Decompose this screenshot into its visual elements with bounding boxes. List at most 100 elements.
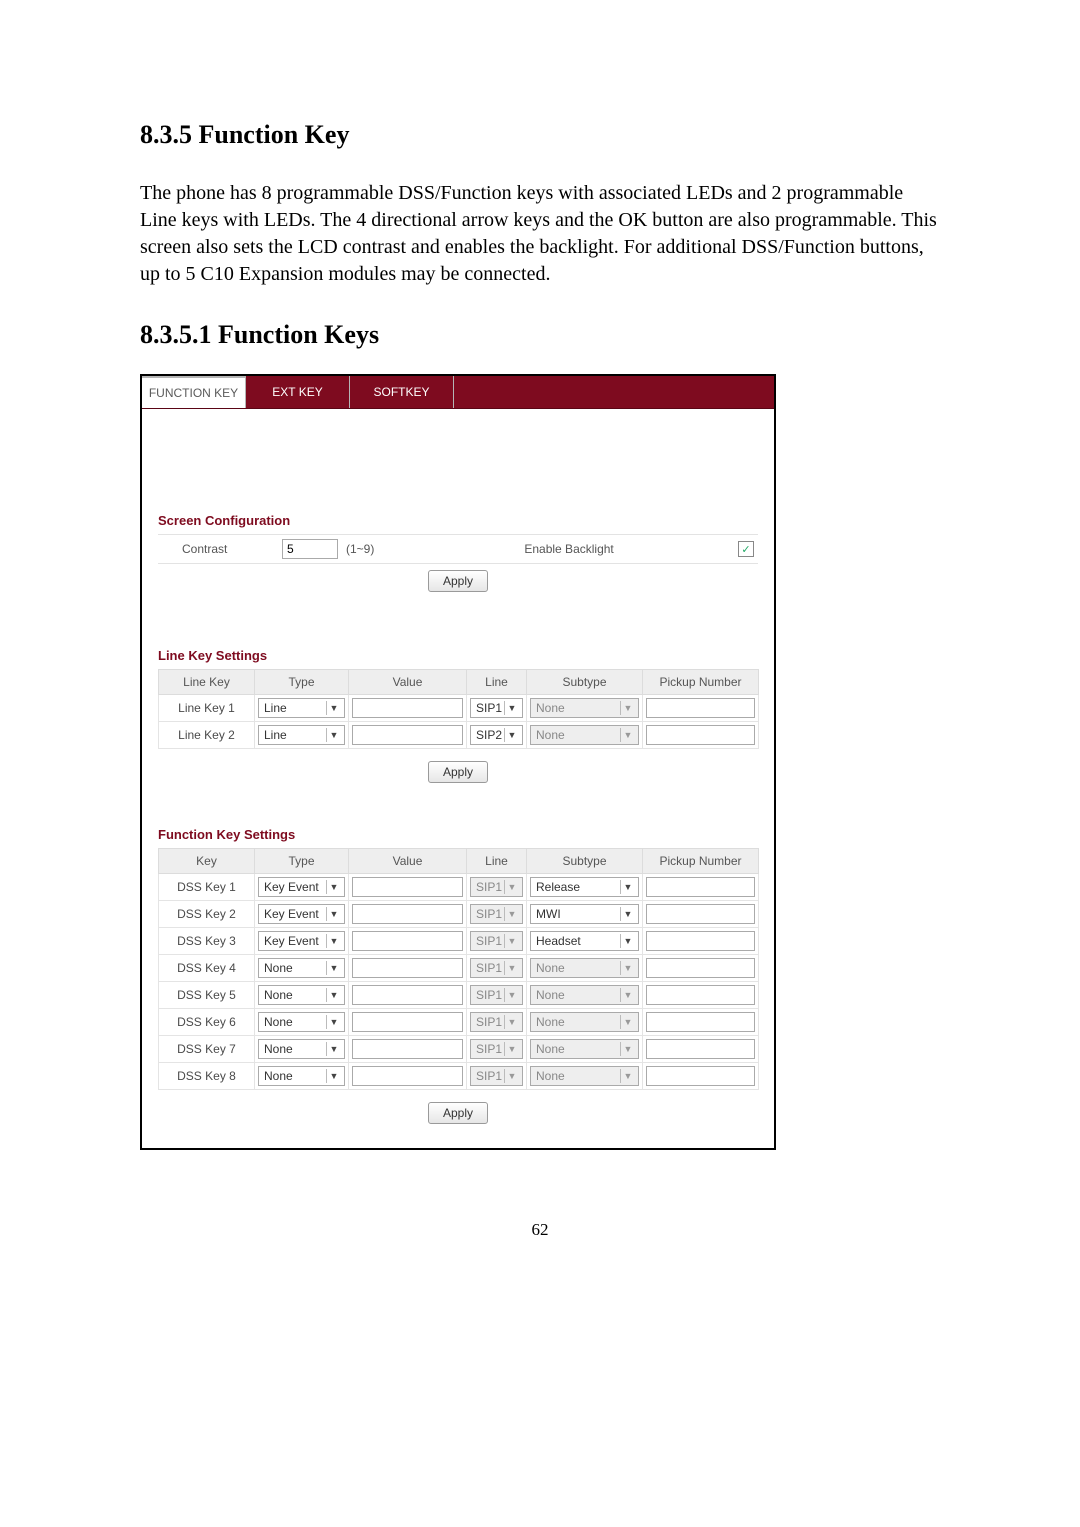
tab-bar: FUNCTION KEY EXT KEY SOFTKEY	[142, 376, 774, 409]
text-field[interactable]	[352, 1066, 463, 1086]
th-line: Line	[467, 670, 527, 695]
table-row: DSS Key 1Key Event▼SIP1▼Release▼	[159, 874, 759, 901]
tab-softkey[interactable]: SOFTKEY	[350, 376, 454, 408]
text-field[interactable]	[646, 1066, 755, 1086]
chevron-down-icon: ▼	[504, 880, 519, 894]
cell-key: Line Key 1	[159, 695, 255, 722]
th-key: Key	[159, 849, 255, 874]
select-field[interactable]: MWI▼	[530, 904, 639, 924]
chevron-down-icon: ▼	[504, 988, 519, 1002]
chevron-down-icon: ▼	[620, 961, 635, 975]
select-field: SIP1▼	[470, 1012, 523, 1032]
select-field[interactable]: Headset▼	[530, 931, 639, 951]
chevron-down-icon: ▼	[504, 1042, 519, 1056]
select-field[interactable]: None▼	[258, 958, 345, 978]
select-field: SIP1▼	[470, 931, 523, 951]
text-field[interactable]	[646, 877, 755, 897]
chevron-down-icon: ▼	[326, 961, 341, 975]
th-value: Value	[349, 670, 467, 695]
select-field: None▼	[530, 1039, 639, 1059]
chevron-down-icon: ▼	[326, 880, 341, 894]
th-pickup: Pickup Number	[643, 670, 759, 695]
th-linekey: Line Key	[159, 670, 255, 695]
select-field: SIP1▼	[470, 877, 523, 897]
function-key-table: Key Type Value Line Subtype Pickup Numbe…	[158, 848, 759, 1090]
select-field: None▼	[530, 698, 639, 718]
text-field[interactable]	[646, 1012, 755, 1032]
tab-function-key[interactable]: FUNCTION KEY	[142, 376, 246, 408]
text-field[interactable]	[352, 698, 463, 718]
text-field[interactable]	[352, 931, 463, 951]
line-key-table: Line Key Type Value Line Subtype Pickup …	[158, 669, 759, 749]
chevron-down-icon: ▼	[504, 907, 519, 921]
chevron-down-icon: ▼	[326, 701, 341, 715]
chevron-down-icon: ▼	[620, 934, 635, 948]
text-field[interactable]	[646, 931, 755, 951]
select-field: SIP1▼	[470, 985, 523, 1005]
text-field[interactable]	[352, 877, 463, 897]
table-row: DSS Key 5None▼SIP1▼None▼	[159, 982, 759, 1009]
section-heading: 8.3.5 Function Key	[140, 120, 940, 150]
table-row: DSS Key 4None▼SIP1▼None▼	[159, 955, 759, 982]
subsection-heading: 8.3.5.1 Function Keys	[140, 320, 940, 350]
select-field: None▼	[530, 1066, 639, 1086]
chevron-down-icon: ▼	[326, 1069, 341, 1083]
text-field[interactable]	[646, 958, 755, 978]
select-field: SIP1▼	[470, 1066, 523, 1086]
text-field[interactable]	[646, 985, 755, 1005]
cell-key: DSS Key 4	[159, 955, 255, 982]
select-field[interactable]: None▼	[258, 1012, 345, 1032]
text-field[interactable]	[352, 725, 463, 745]
table-row: DSS Key 8None▼SIP1▼None▼	[159, 1063, 759, 1090]
chevron-down-icon: ▼	[326, 1042, 341, 1056]
cell-key: DSS Key 7	[159, 1036, 255, 1063]
text-field[interactable]	[646, 698, 755, 718]
backlight-checkbox[interactable]: ✓	[738, 541, 754, 557]
contrast-input[interactable]	[282, 539, 338, 559]
select-field: SIP1▼	[470, 1039, 523, 1059]
chevron-down-icon: ▼	[504, 728, 519, 742]
tab-ext-key[interactable]: EXT KEY	[246, 376, 350, 408]
cell-key: DSS Key 6	[159, 1009, 255, 1036]
text-field[interactable]	[352, 985, 463, 1005]
chevron-down-icon: ▼	[504, 701, 519, 715]
th-line: Line	[467, 849, 527, 874]
select-field[interactable]: SIP2▼	[470, 725, 523, 745]
page-number: 62	[140, 1220, 940, 1240]
select-field[interactable]: SIP1▼	[470, 698, 523, 718]
select-field[interactable]: None▼	[258, 985, 345, 1005]
chevron-down-icon: ▼	[326, 728, 341, 742]
select-field[interactable]: None▼	[258, 1066, 345, 1086]
text-field[interactable]	[352, 958, 463, 978]
screen-config-title: Screen Configuration	[158, 513, 758, 528]
text-field[interactable]	[646, 725, 755, 745]
select-field[interactable]: Release▼	[530, 877, 639, 897]
select-field[interactable]: Key Event▼	[258, 931, 345, 951]
text-field[interactable]	[646, 1039, 755, 1059]
apply-screen-button[interactable]: Apply	[428, 570, 488, 592]
cell-key: DSS Key 5	[159, 982, 255, 1009]
select-field: None▼	[530, 1012, 639, 1032]
text-field[interactable]	[646, 904, 755, 924]
apply-line-button[interactable]: Apply	[428, 761, 488, 783]
select-field[interactable]: Line▼	[258, 698, 345, 718]
apply-function-button[interactable]: Apply	[428, 1102, 488, 1124]
chevron-down-icon: ▼	[326, 907, 341, 921]
select-field[interactable]: Key Event▼	[258, 877, 345, 897]
contrast-label: Contrast	[182, 542, 282, 556]
table-row: DSS Key 6None▼SIP1▼None▼	[159, 1009, 759, 1036]
text-field[interactable]	[352, 1039, 463, 1059]
select-field[interactable]: Line▼	[258, 725, 345, 745]
chevron-down-icon: ▼	[326, 934, 341, 948]
line-key-title: Line Key Settings	[158, 648, 758, 663]
chevron-down-icon: ▼	[620, 1042, 635, 1056]
chevron-down-icon: ▼	[620, 880, 635, 894]
cell-key: DSS Key 8	[159, 1063, 255, 1090]
select-field[interactable]: Key Event▼	[258, 904, 345, 924]
text-field[interactable]	[352, 904, 463, 924]
select-field[interactable]: None▼	[258, 1039, 345, 1059]
chevron-down-icon: ▼	[620, 728, 635, 742]
text-field[interactable]	[352, 1012, 463, 1032]
chevron-down-icon: ▼	[620, 1015, 635, 1029]
th-pickup: Pickup Number	[643, 849, 759, 874]
